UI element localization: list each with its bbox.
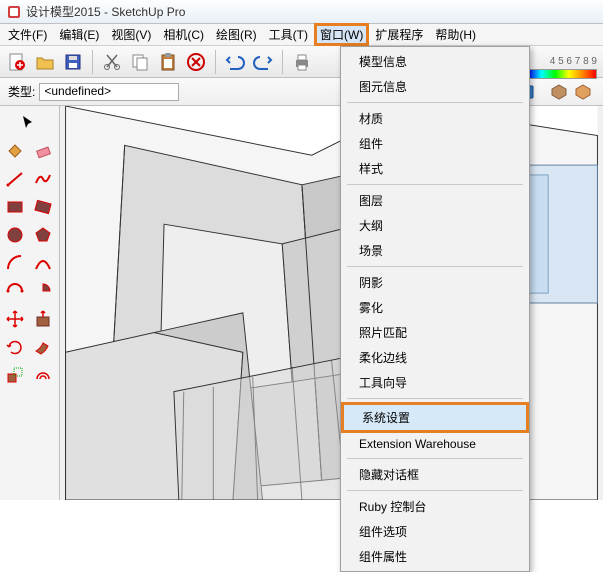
menu-separator <box>347 266 523 267</box>
pie-tool[interactable] <box>30 278 56 304</box>
cut-button[interactable] <box>99 49 125 75</box>
window-menu-dropdown: 模型信息 图元信息 材质 组件 样式 图层 大纲 场景 阴影 雾化 照片匹配 柔… <box>340 46 530 572</box>
menu-camera[interactable]: 相机(C) <box>157 24 210 45</box>
save-button[interactable] <box>60 49 86 75</box>
rectangle-tool[interactable] <box>2 194 28 220</box>
delete-button[interactable] <box>183 49 209 75</box>
followme-tool[interactable] <box>30 334 56 360</box>
paint-bucket-tool[interactable] <box>2 138 28 164</box>
menu-separator <box>347 398 523 399</box>
menu-extension-warehouse[interactable]: Extension Warehouse <box>341 433 529 455</box>
menu-match-photo[interactable]: 照片匹配 <box>341 320 529 345</box>
paste-button[interactable] <box>155 49 181 75</box>
menu-bar: 文件(F) 编辑(E) 视图(V) 相机(C) 绘图(R) 工具(T) 窗口(W… <box>0 24 603 46</box>
component-icon[interactable] <box>548 81 570 103</box>
move-tool[interactable] <box>2 306 28 332</box>
new-file-button[interactable] <box>4 49 30 75</box>
menu-entity-info[interactable]: 图元信息 <box>341 74 529 99</box>
menu-shadows[interactable]: 阴影 <box>341 270 529 295</box>
open-file-button[interactable] <box>32 49 58 75</box>
toolbar-separator <box>282 50 283 74</box>
type-label: 类型: <box>8 83 35 100</box>
menu-separator <box>347 184 523 185</box>
tool-palette <box>0 106 60 500</box>
undo-button[interactable] <box>222 49 248 75</box>
menu-separator <box>347 458 523 459</box>
arc2-tool[interactable] <box>30 250 56 276</box>
color-scale: 4 5 6 7 8 9 <box>527 56 597 79</box>
rotated-rect-tool[interactable] <box>30 194 56 220</box>
window-title: 设计模型2015 - SketchUp Pro <box>26 3 185 20</box>
paint-icon[interactable] <box>572 81 594 103</box>
app-icon <box>6 4 22 20</box>
line-tool[interactable] <box>2 166 28 192</box>
polygon-tool[interactable] <box>30 222 56 248</box>
menu-help[interactable]: 帮助(H) <box>429 24 482 45</box>
copy-button[interactable] <box>127 49 153 75</box>
menu-hide-dialogs[interactable]: 隐藏对话框 <box>341 462 529 487</box>
print-button[interactable] <box>289 49 315 75</box>
menu-styles[interactable]: 样式 <box>341 156 529 181</box>
menu-view[interactable]: 视图(V) <box>105 24 157 45</box>
menu-model-info[interactable]: 模型信息 <box>341 49 529 74</box>
menu-ruby-console[interactable]: Ruby 控制台 <box>341 494 529 519</box>
toolbar-separator <box>215 50 216 74</box>
menu-draw[interactable]: 绘图(R) <box>210 24 263 45</box>
menu-preferences[interactable]: 系统设置 <box>344 405 526 430</box>
color-scale-bar <box>527 69 597 79</box>
menu-fog[interactable]: 雾化 <box>341 295 529 320</box>
circle-tool[interactable] <box>2 222 28 248</box>
menu-components[interactable]: 组件 <box>341 131 529 156</box>
scale-tool[interactable] <box>2 362 28 388</box>
menu-separator <box>347 102 523 103</box>
pushpull-tool[interactable] <box>30 306 56 332</box>
menu-soften-edges[interactable]: 柔化边线 <box>341 345 529 370</box>
freehand-tool[interactable] <box>30 166 56 192</box>
redo-button[interactable] <box>250 49 276 75</box>
menu-window[interactable]: 窗口(W) <box>314 23 369 46</box>
menu-outliner[interactable]: 大纲 <box>341 213 529 238</box>
menu-materials[interactable]: 材质 <box>341 106 529 131</box>
type-field[interactable]: <undefined> <box>39 83 179 101</box>
menu-tools[interactable]: 工具(T) <box>263 24 314 45</box>
arc-tool[interactable] <box>2 250 28 276</box>
menu-scenes[interactable]: 场景 <box>341 238 529 263</box>
menu-separator <box>347 490 523 491</box>
color-scale-labels: 4 5 6 7 8 9 <box>550 56 597 67</box>
menu-layers[interactable]: 图层 <box>341 188 529 213</box>
menu-edit[interactable]: 编辑(E) <box>53 24 105 45</box>
menu-extensions[interactable]: 扩展程序 <box>369 24 429 45</box>
menu-file[interactable]: 文件(F) <box>2 24 53 45</box>
arc3-tool[interactable] <box>2 278 28 304</box>
menu-instructor[interactable]: 工具向导 <box>341 370 529 395</box>
select-tool[interactable] <box>2 110 56 136</box>
rotate-tool[interactable] <box>2 334 28 360</box>
title-bar: 设计模型2015 - SketchUp Pro <box>0 0 603 24</box>
eraser-tool[interactable] <box>30 138 56 164</box>
offset-tool[interactable] <box>30 362 56 388</box>
menu-component-options[interactable]: 组件选项 <box>341 519 529 544</box>
toolbar-separator <box>92 50 93 74</box>
menu-component-attributes[interactable]: 组件属性 <box>341 544 529 569</box>
